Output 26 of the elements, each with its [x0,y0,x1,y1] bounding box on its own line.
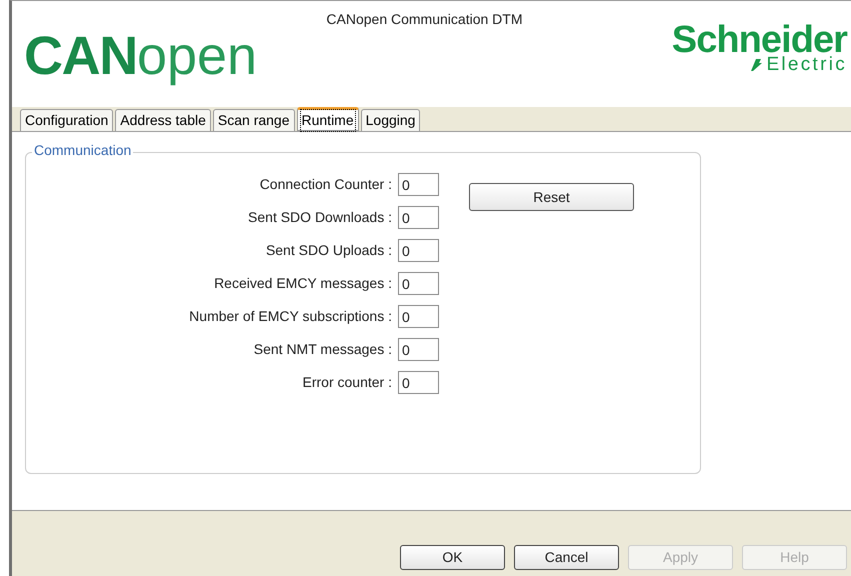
tab[interactable]: Runtime [296,107,359,131]
counter-field[interactable]: 0 [398,173,439,196]
field-label: Sent SDO Uploads : [264,241,393,260]
dialog-button[interactable]: OK [400,545,505,570]
field-label: Number of EMCY subscriptions : [188,307,393,326]
field-label: Error counter : [302,373,393,392]
counter-field[interactable]: 0 [398,305,439,328]
counter-field[interactable]: 0 [398,272,439,295]
tab[interactable]: Scan range [212,109,294,131]
group-title: Communication [32,143,134,157]
schneider-electric-logo: Schneider Electric [672,18,848,74]
counter-field[interactable]: 0 [398,206,439,229]
field-label: Sent NMT messages : [252,340,393,359]
field-label: Sent SDO Downloads : [247,208,393,227]
counter-field[interactable]: 0 [398,239,439,262]
tab[interactable]: Logging [360,109,420,131]
counter-field[interactable]: 0 [398,338,439,361]
reset-button[interactable]: Reset [469,183,634,211]
canopen-logo: CANopen [23,25,258,83]
counter-field[interactable]: 0 [398,371,439,394]
window-title: CANopen Communication DTM [326,10,522,29]
field-label: Received EMCY messages : [213,274,393,293]
tab[interactable]: Configuration [20,109,114,131]
tab[interactable]: Address table [115,109,211,131]
field-label: Connection Counter : [258,175,393,194]
dialog-button[interactable]: Cancel [514,545,619,570]
